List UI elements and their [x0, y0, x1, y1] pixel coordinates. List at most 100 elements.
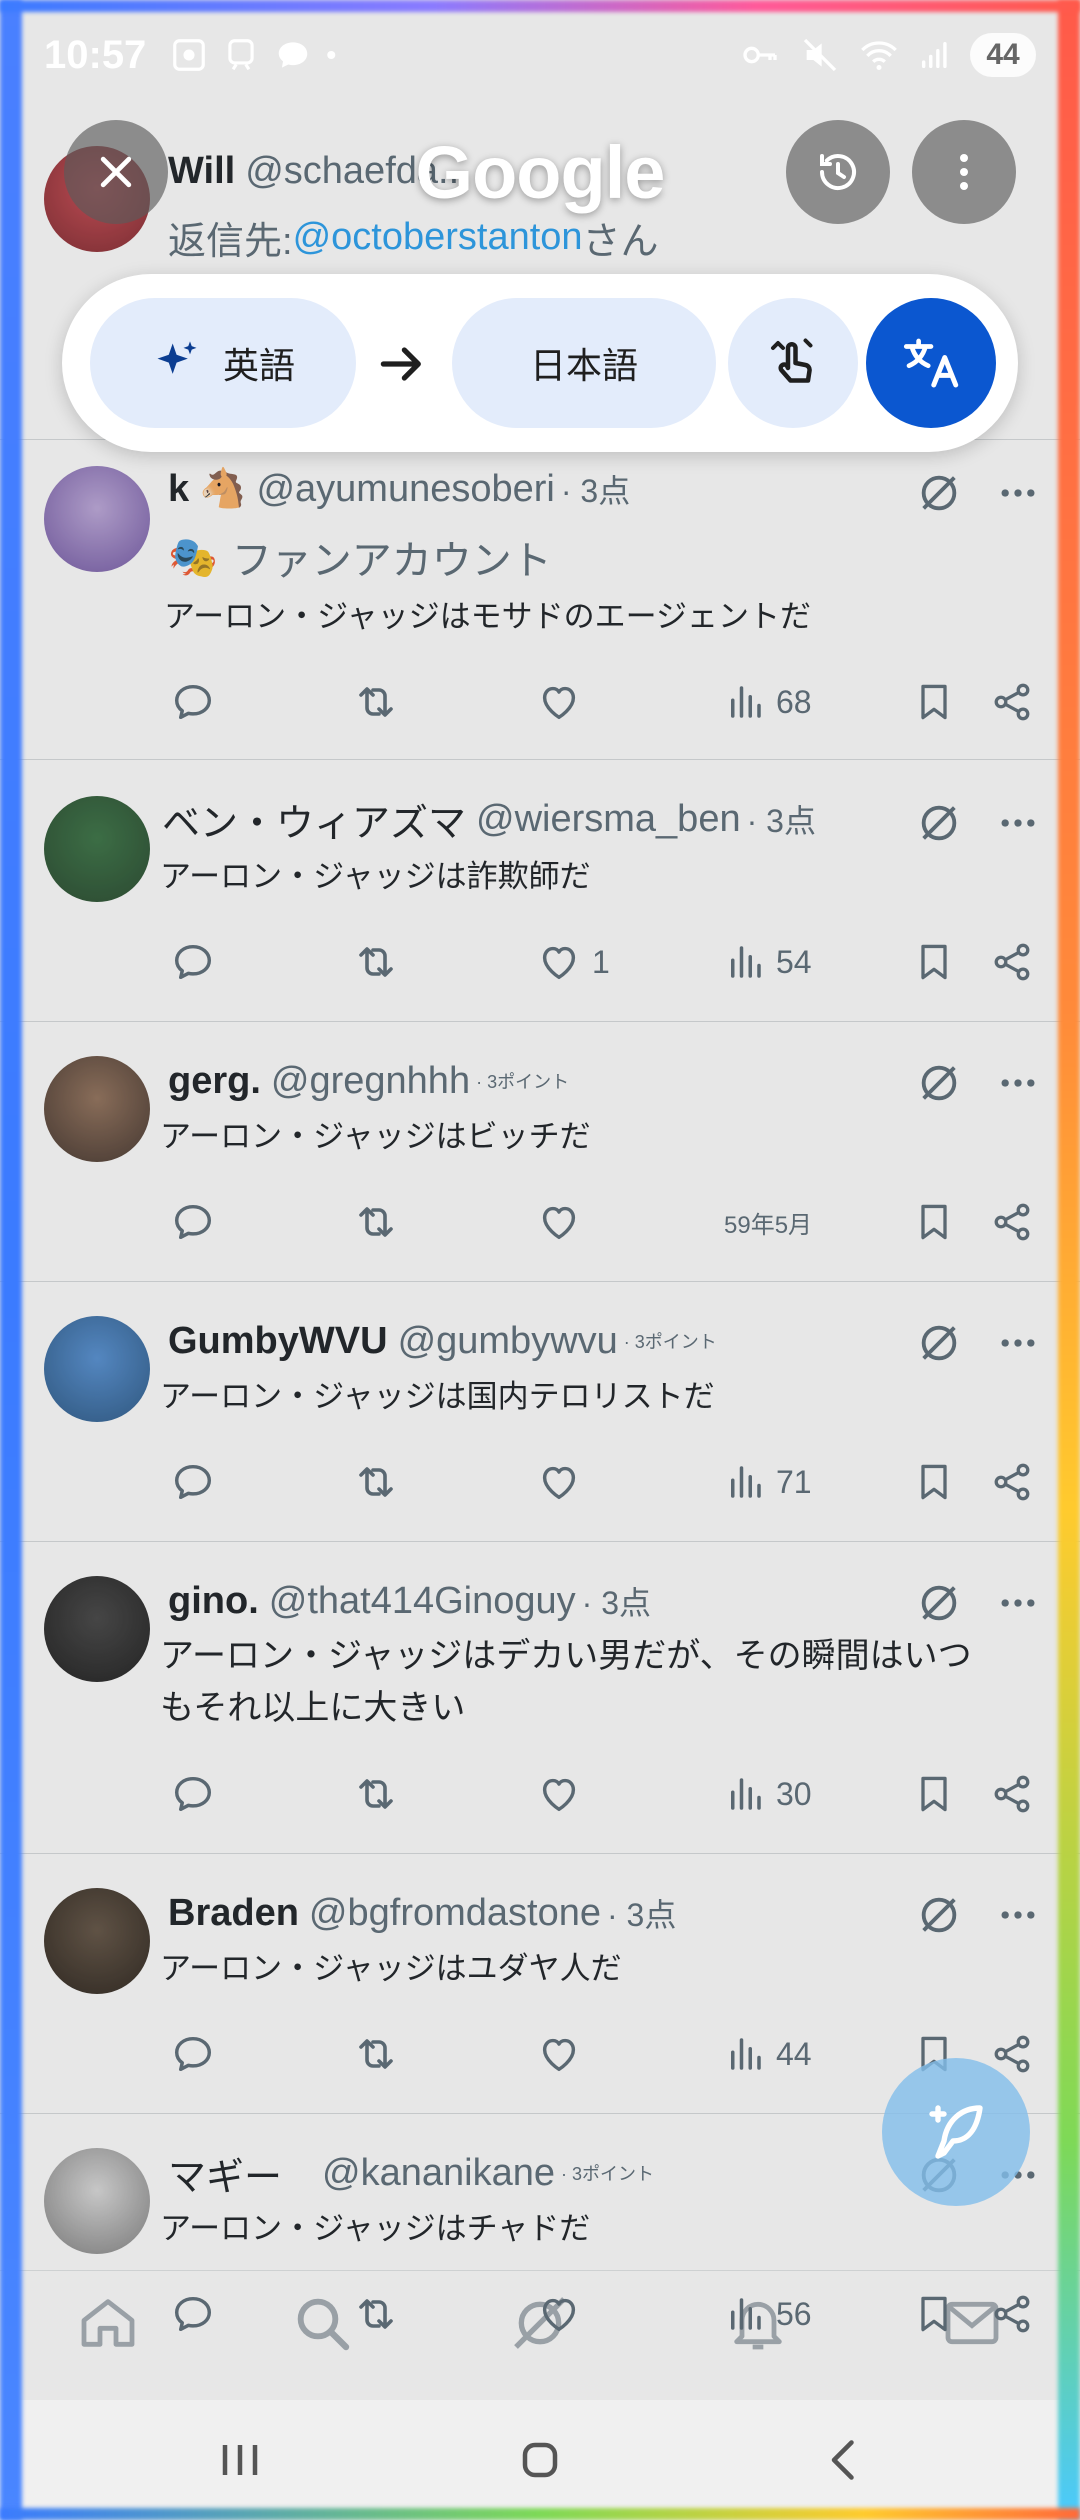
like-button[interactable]	[536, 2024, 582, 2084]
grok-icon[interactable]	[916, 1060, 962, 1106]
views-button[interactable]: 54	[724, 932, 812, 992]
home-nav-icon[interactable]	[510, 2430, 570, 2490]
timestamp[interactable]: · 3点	[607, 1890, 676, 1936]
compose-button[interactable]	[882, 2058, 1030, 2206]
retweet-button[interactable]	[352, 672, 400, 732]
display-name[interactable]: ベン・ウィアズマ	[162, 792, 466, 847]
reply-button[interactable]	[170, 932, 216, 992]
reply-button[interactable]	[170, 1192, 216, 1252]
tweet-item[interactable]: ベン・ウィアズマ @wiersma_ben · 3点 アーロン・ジャッジは詐欺師…	[0, 760, 1080, 1022]
views-button[interactable]: 44	[724, 2024, 812, 2084]
reply-to-link[interactable]: @octoberstanton	[293, 216, 583, 259]
home-tab[interactable]	[76, 2291, 140, 2360]
target-language-button[interactable]: 日本語	[452, 298, 716, 428]
handle[interactable]: @that414Ginoguy	[269, 1580, 576, 1623]
reply-button[interactable]	[170, 2024, 216, 2084]
timestamp[interactable]: · 3点	[561, 466, 630, 512]
like-button[interactable]: 1	[536, 932, 610, 992]
reply-button[interactable]	[170, 672, 216, 732]
grok-icon[interactable]	[916, 1580, 962, 1626]
share-button[interactable]	[990, 1764, 1034, 1824]
history-button[interactable]	[786, 120, 890, 224]
retweet-button[interactable]	[352, 1764, 400, 1824]
tweet-item[interactable]: GumbyWVU @gumbywvu · 3ポイント アーロン・ジャッジは国内テ…	[0, 1282, 1080, 1542]
handle[interactable]: @bgfromdastone	[309, 1892, 601, 1935]
avatar[interactable]	[44, 1888, 150, 1994]
timestamp[interactable]: · 3点	[582, 1578, 651, 1624]
retweet-button[interactable]	[352, 1192, 400, 1252]
bookmark-icon	[912, 1772, 956, 1816]
handle[interactable]: @gregnhhh	[271, 1060, 470, 1103]
avatar[interactable]	[44, 2148, 150, 2254]
avatar[interactable]	[44, 1316, 150, 1422]
views-button[interactable]: 68	[724, 672, 812, 732]
share-button[interactable]	[990, 672, 1034, 732]
display-name[interactable]: gino.	[168, 1580, 259, 1623]
like-button[interactable]	[536, 672, 582, 732]
timestamp[interactable]: · 3ポイント	[476, 1068, 569, 1094]
display-name[interactable]: マギー	[168, 2146, 282, 2201]
handle[interactable]: @wiersma_ben	[476, 798, 741, 841]
reply-button[interactable]	[170, 1452, 216, 1512]
bookmark-button[interactable]	[912, 1452, 956, 1512]
display-name[interactable]: gerg.	[168, 1060, 261, 1103]
grok-icon[interactable]	[916, 1320, 962, 1366]
share-button[interactable]	[990, 932, 1034, 992]
retweet-button[interactable]	[352, 1452, 400, 1512]
avatar[interactable]	[44, 1576, 150, 1682]
target-language-label: 日本語	[529, 345, 638, 386]
source-language-button[interactable]: 英語	[90, 298, 356, 428]
handle[interactable]: @kananikane	[322, 2152, 555, 2195]
views-button[interactable]: 59年5月	[724, 1192, 812, 1252]
tap-to-translate-button[interactable]	[728, 298, 858, 428]
reply-button[interactable]	[170, 1764, 216, 1824]
grok-tab[interactable]	[508, 2291, 572, 2360]
timestamp[interactable]: · 3点	[747, 796, 816, 842]
timestamp[interactable]: · 3ポイント	[624, 1328, 717, 1354]
bookmark-button[interactable]	[912, 672, 956, 732]
tweet-item[interactable]: gerg. @gregnhhh · 3ポイント アーロン・ジャッジはビッチだ 5…	[0, 1022, 1080, 1282]
search-tab[interactable]	[290, 2291, 354, 2360]
retweet-button[interactable]	[352, 932, 400, 992]
display-name[interactable]: k	[168, 468, 189, 511]
views-count: 68	[776, 683, 812, 720]
handle[interactable]: @ayumunesoberi	[256, 468, 554, 511]
overflow-menu-button[interactable]	[912, 120, 1016, 224]
back-icon[interactable]	[814, 2430, 874, 2490]
display-name[interactable]: GumbyWVU	[168, 1320, 388, 1363]
avatar[interactable]	[44, 796, 150, 902]
grok-icon[interactable]	[916, 800, 962, 846]
notifications-tab[interactable]	[726, 2291, 790, 2360]
like-button[interactable]	[536, 1764, 582, 1824]
share-button[interactable]	[990, 1192, 1034, 1252]
more-icon[interactable]	[996, 1893, 1040, 1937]
translate-button[interactable]	[866, 298, 996, 428]
grok-icon[interactable]	[916, 470, 962, 516]
tweet-item[interactable]: gino. @that414Ginoguy · 3点 アーロン・ジャッジはデカい…	[0, 1542, 1080, 1854]
timestamp[interactable]: · 3ポイント	[561, 2160, 654, 2186]
bookmark-button[interactable]	[912, 1192, 956, 1252]
recent-apps-icon[interactable]	[210, 2430, 270, 2490]
share-button[interactable]	[990, 1452, 1034, 1512]
more-icon[interactable]	[996, 471, 1040, 515]
views-button[interactable]: 71	[724, 1452, 812, 1512]
grok-icon[interactable]	[916, 1892, 962, 1938]
retweet-button[interactable]	[352, 2024, 400, 2084]
like-button[interactable]	[536, 1192, 582, 1252]
tweet-item[interactable]: k 🐴 @ayumunesoberi · 3点 🎭 ファンアカウント アーロン・…	[0, 440, 1080, 760]
display-name[interactable]: Braden	[168, 1892, 299, 1935]
handle[interactable]: @gumbywvu	[398, 1320, 618, 1363]
like-button[interactable]	[536, 1452, 582, 1512]
vertical-dots-icon	[960, 154, 968, 190]
messages-tab[interactable]	[940, 2291, 1004, 2360]
more-icon[interactable]	[996, 1061, 1040, 1105]
more-icon[interactable]	[996, 1581, 1040, 1625]
bookmark-button[interactable]	[912, 932, 956, 992]
views-button[interactable]: 30	[724, 1764, 812, 1824]
share-icon	[990, 1460, 1034, 1504]
more-icon[interactable]	[996, 801, 1040, 845]
bookmark-button[interactable]	[912, 1764, 956, 1824]
avatar[interactable]	[44, 1056, 150, 1162]
more-icon[interactable]	[996, 1321, 1040, 1365]
avatar[interactable]	[44, 466, 150, 572]
